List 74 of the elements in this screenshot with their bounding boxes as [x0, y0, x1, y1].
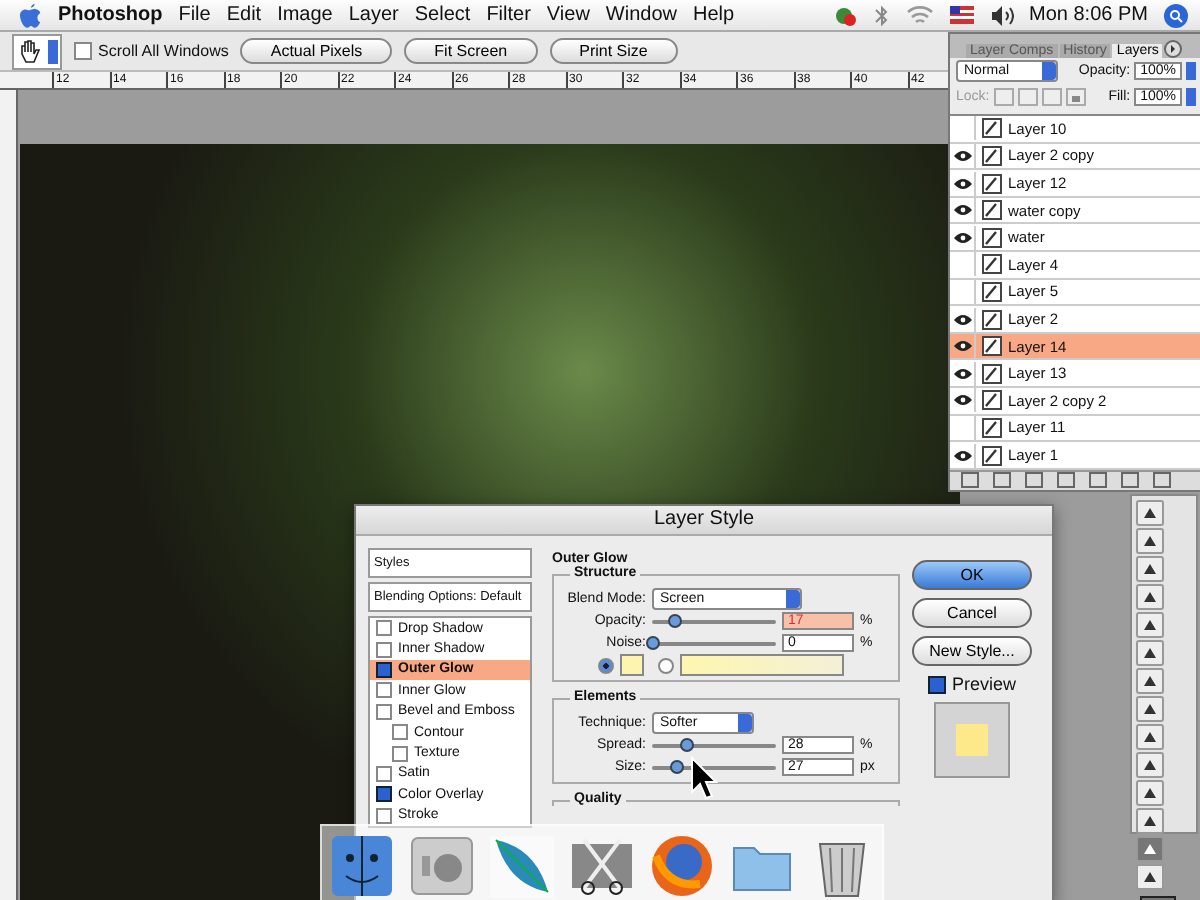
brush-icon: [982, 173, 1002, 194]
brush-icon: [982, 417, 1002, 438]
menu-item[interactable]: View: [546, 4, 590, 26]
dialog-button[interactable]: Cancel: [912, 598, 1032, 628]
apple-icon[interactable]: [20, 2, 42, 28]
effect-checkbox[interactable]: [376, 620, 392, 637]
visibility-toggle[interactable]: [950, 198, 976, 223]
volume-icon[interactable]: [989, 5, 1014, 25]
brush-icon: [982, 145, 1002, 166]
effect-checkbox[interactable]: [376, 641, 392, 658]
palette-menu-icon[interactable]: [1164, 40, 1183, 59]
visibility-toggle[interactable]: [950, 443, 976, 468]
toolbar-button[interactable]: Fit Screen: [404, 38, 538, 64]
app-menu[interactable]: Photoshop: [58, 4, 163, 26]
menu-item[interactable]: Edit: [226, 4, 262, 26]
dialog-button[interactable]: OK: [912, 560, 1032, 590]
brush-icon: [982, 200, 1002, 221]
dialog-button[interactable]: New Style...: [912, 636, 1032, 666]
effect-checkbox[interactable]: [376, 786, 392, 803]
preview-checkbox[interactable]: Preview: [927, 674, 1016, 694]
menu-item[interactable]: Select: [414, 4, 471, 26]
brush-icon: [982, 227, 1002, 248]
brush-icon: [982, 390, 1002, 411]
slider-thumb[interactable]: [670, 759, 685, 773]
bluetooth-icon[interactable]: [873, 3, 890, 27]
dialog-title: Layer Style: [356, 506, 1052, 536]
effect-checkbox[interactable]: [376, 682, 392, 699]
slider-thumb[interactable]: [646, 635, 660, 649]
brush-icon: [982, 254, 1002, 275]
brush-icon: [982, 281, 1002, 302]
brush-icon: [982, 309, 1002, 330]
brush-icon: [982, 363, 1002, 384]
effect-checkbox[interactable]: [376, 807, 392, 824]
menu-item[interactable]: Image: [277, 4, 333, 26]
menu-item[interactable]: Layer: [348, 4, 399, 26]
menu-clock[interactable]: Mon 8:06 PM: [1029, 4, 1148, 26]
style-preview: [934, 702, 1010, 778]
effect-checkbox[interactable]: [392, 745, 408, 762]
toolbar-button[interactable]: Actual Pixels: [240, 38, 393, 64]
finder-icon[interactable]: [328, 832, 396, 900]
toolbar-button[interactable]: Print Size: [549, 38, 678, 64]
fill-type-radio[interactable]: [598, 657, 614, 673]
visibility-toggle[interactable]: [950, 143, 976, 168]
visibility-toggle[interactable]: [950, 225, 976, 250]
apple-panel-icon[interactable]: [408, 832, 476, 900]
flag-icon[interactable]: [949, 6, 974, 24]
scroll-all-checkbox[interactable]: Scroll All Windows: [74, 42, 229, 60]
tool-preset-picker[interactable]: [12, 33, 62, 69]
glow-color-swatch[interactable]: [620, 654, 644, 676]
effect-checkbox[interactable]: [376, 703, 392, 720]
wifi-icon[interactable]: [905, 4, 934, 26]
status-icon[interactable]: [833, 3, 858, 27]
firefox-icon[interactable]: [648, 832, 716, 900]
gradient-picker[interactable]: [680, 654, 844, 676]
slider-thumb[interactable]: [667, 613, 682, 627]
cursor-icon: [690, 756, 718, 800]
brush-icon: [982, 336, 1002, 357]
effect-checkbox[interactable]: [376, 765, 392, 782]
visibility-toggle[interactable]: [950, 334, 976, 359]
search-icon[interactable]: [1164, 3, 1188, 27]
visibility-toggle[interactable]: [950, 388, 976, 413]
visibility-toggle[interactable]: [950, 361, 976, 386]
visibility-toggle[interactable]: [950, 307, 976, 332]
fill-type-radio[interactable]: [658, 657, 674, 673]
menu-item[interactable]: Window: [605, 4, 677, 26]
effect-checkbox[interactable]: [392, 724, 408, 741]
visibility-toggle[interactable]: [950, 171, 976, 196]
eye-icon: [953, 340, 971, 353]
menu-item[interactable]: File: [178, 4, 211, 26]
effect-checkbox[interactable]: [376, 661, 392, 678]
lock-buttons-icon[interactable]: [993, 88, 1086, 107]
slider-thumb[interactable]: [680, 737, 695, 751]
menu-item[interactable]: Filter: [486, 4, 531, 26]
menu-item[interactable]: Help: [693, 4, 735, 26]
